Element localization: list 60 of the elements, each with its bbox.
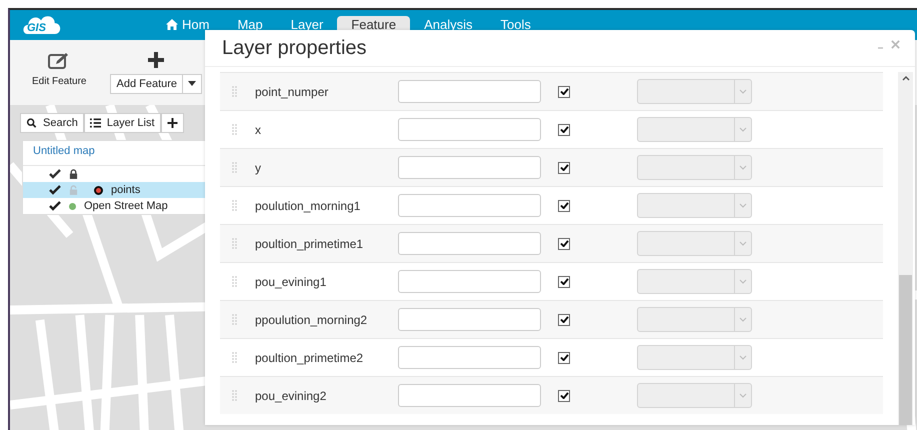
field-name: y [255,160,262,174]
layer-list-button[interactable]: Layer List [84,113,161,133]
field-name: poultion_primetime2 [255,350,364,364]
chevron-icon [739,317,747,322]
drag-handle-icon[interactable] [232,390,237,401]
drag-handle-icon[interactable] [232,314,237,325]
field-name: point_numper [255,84,330,98]
edit-feature-button[interactable]: Edit Feature [10,40,86,105]
drag-handle-icon[interactable] [232,276,237,287]
alias-field[interactable] [398,308,541,331]
search-button[interactable]: Search [20,113,84,133]
caret-icon [188,81,196,86]
lock-icon [69,169,78,179]
layer-name: Open Street Map [84,200,168,212]
drag-handle-icon[interactable] [232,200,237,211]
alias-field[interactable] [398,80,541,103]
drag-handle-icon[interactable] [232,86,237,97]
field-name: pou_evining1 [255,274,328,288]
list-icon [90,118,101,128]
add-button[interactable] [160,113,184,133]
alias-field[interactable] [398,156,541,179]
check-icon[interactable] [49,201,61,211]
layer-name: points [111,184,140,196]
plus-icon [166,118,178,128]
search-icon [26,118,37,128]
field-name: pou_evining2 [255,388,328,402]
alias-field[interactable] [398,384,541,407]
alias-field[interactable] [398,232,541,255]
chevron-icon [739,89,747,94]
drag-handle-icon[interactable] [232,352,237,363]
alias-field[interactable] [398,270,541,293]
plus-icon [148,52,164,68]
chevron-icon [739,241,747,246]
field-name: poultion_primetime1 [255,236,364,250]
drag-handle-icon[interactable] [232,124,237,135]
field-name: poulution_morning1 [255,198,362,212]
minimize-icon[interactable] [878,46,883,48]
chevron-icon [739,165,747,170]
lock-icon[interactable] [69,185,78,195]
check-icon[interactable] [49,185,61,195]
close-icon[interactable] [891,40,900,49]
check-icon [49,169,61,179]
home-icon [166,19,178,30]
drag-handle-icon[interactable] [232,238,237,249]
scroll-thumb[interactable] [899,275,912,425]
field-name: ppoulution_morning2 [255,312,368,326]
alias-field[interactable] [398,118,541,141]
alias-field[interactable] [398,194,541,217]
alias-field[interactable] [398,346,541,369]
chevron-icon [739,127,747,132]
dialog-title: Layer properties [222,36,367,60]
field-name: x [255,122,262,136]
chevron-icon [739,393,747,398]
scroll-up-icon[interactable] [902,76,910,81]
drag-handle-icon[interactable] [232,162,237,173]
chevron-icon [739,355,747,360]
chevron-icon [739,279,747,284]
scrollbar[interactable] [898,72,913,425]
chevron-icon [739,203,747,208]
edit-icon [48,52,70,70]
